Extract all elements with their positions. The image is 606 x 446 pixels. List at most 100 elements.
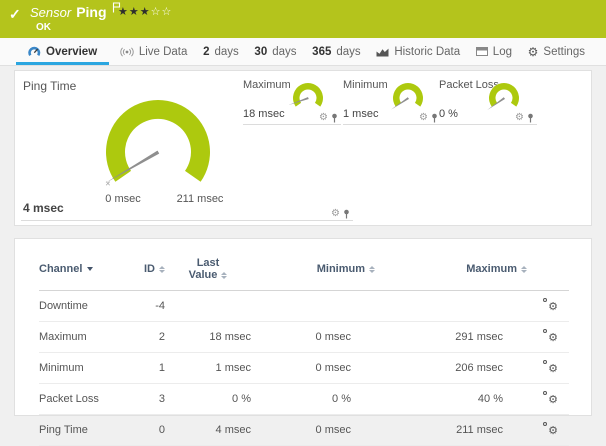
sort-icon <box>221 272 227 279</box>
table-row: Packet Loss 3 0 % 0 % 40 % ⚙ <box>39 384 569 415</box>
channels-panel: Channel ID LastValue Minimum Maximum Dow… <box>14 238 592 416</box>
pin-icon[interactable] <box>431 113 438 123</box>
sort-icon <box>159 266 165 273</box>
channel-name: Minimum <box>39 353 129 384</box>
gear-icon[interactable]: ⚙ <box>331 209 340 219</box>
stars-filled: ★★★ <box>118 6 151 18</box>
column-header-id[interactable]: ID <box>129 249 165 291</box>
column-header-last-value[interactable]: LastValue <box>165 249 251 291</box>
gauge-icon <box>28 46 41 57</box>
gauge-current-value: 18 msec <box>243 108 285 120</box>
gauge-scale-max: 211 msec <box>169 193 231 205</box>
channel-settings-icon[interactable]: ⚙ <box>543 360 558 373</box>
channel-name: Maximum <box>39 322 129 353</box>
gauge-dial <box>485 81 523 109</box>
column-header-channel[interactable]: Channel <box>39 249 129 291</box>
gear-icon[interactable]: ⚙ <box>319 113 328 123</box>
channel-id: 1 <box>129 353 165 384</box>
tab-label: Log <box>493 46 512 58</box>
stars-empty: ☆☆ <box>151 6 173 18</box>
packet-loss-gauge-widget: Packet Loss 0 % ⚙ <box>439 77 537 125</box>
tab-label: Overview <box>46 46 97 58</box>
channel-id: 3 <box>129 384 165 415</box>
channel-id: 2 <box>129 322 165 353</box>
tab-label: days <box>272 46 296 58</box>
gauge-current-value: 1 msec <box>343 108 378 120</box>
channel-maximum: 211 msec <box>381 415 533 446</box>
gauge-scale-min: 0 msec <box>97 193 149 205</box>
area-chart-icon <box>376 47 389 57</box>
channel-last-value <box>165 291 251 322</box>
channel-minimum: 0 msec <box>251 353 381 384</box>
gauge-current-value: 0 % <box>439 108 458 120</box>
gear-icon[interactable]: ⚙ <box>515 113 524 123</box>
channel-minimum: 0 % <box>251 384 381 415</box>
tab-label: days <box>336 46 360 58</box>
broadcast-icon <box>120 47 134 57</box>
gauge-dial <box>389 81 427 109</box>
table-row: Minimum 1 1 msec 0 msec 206 msec ⚙ <box>39 353 569 384</box>
tab-2-days[interactable]: 2 days <box>198 38 244 65</box>
channel-name: Packet Loss <box>39 384 129 415</box>
channel-name: Ping Time <box>39 415 129 446</box>
tab-number: 2 <box>203 46 209 58</box>
column-header-minimum[interactable]: Minimum <box>251 249 381 291</box>
maximum-gauge-widget: Maximum 18 msec ⚙ <box>243 77 341 125</box>
sort-icon <box>369 266 375 273</box>
tab-label: Live Data <box>139 46 188 58</box>
log-icon <box>476 47 488 56</box>
table-row: Maximum 2 18 msec 0 msec 291 msec ⚙ <box>39 322 569 353</box>
sensor-name: Ping <box>76 4 106 20</box>
channel-settings-icon[interactable]: ⚙ <box>543 329 558 342</box>
tab-number: 365 <box>312 46 331 58</box>
sort-desc-icon <box>87 267 93 271</box>
needle-marker-icon: ✕ <box>105 180 111 188</box>
status-check-icon: ✓ <box>9 6 21 23</box>
channel-maximum: 206 msec <box>381 353 533 384</box>
gauge-dial: ✕ <box>93 94 223 186</box>
gear-icon[interactable]: ⚙ <box>419 113 428 123</box>
priority-stars[interactable]: ★★★☆☆ <box>118 5 172 18</box>
channel-settings-icon[interactable]: ⚙ <box>543 422 558 435</box>
table-row: Downtime -4 ⚙ <box>39 291 569 322</box>
tab-label: Settings <box>543 46 585 58</box>
sort-icon <box>521 266 527 273</box>
tab-bar: Overview Live Data 2 days 30 days 365 da… <box>0 38 606 66</box>
tab-label: Historic Data <box>394 46 460 58</box>
channel-minimum <box>251 291 381 322</box>
channel-maximum: 291 msec <box>381 322 533 353</box>
channel-maximum: 40 % <box>381 384 533 415</box>
tab-settings[interactable]: ⚙ Settings <box>523 38 590 65</box>
tab-live-data[interactable]: Live Data <box>115 38 193 65</box>
tab-number: 30 <box>254 46 267 58</box>
channel-last-value: 18 msec <box>165 322 251 353</box>
tab-30-days[interactable]: 30 days <box>249 38 301 65</box>
channel-settings-icon[interactable]: ⚙ <box>543 298 558 311</box>
channel-minimum: 0 msec <box>251 322 381 353</box>
sensor-type-label: Sensor <box>30 5 71 20</box>
minimum-gauge-widget: Minimum 1 msec ⚙ <box>343 77 441 125</box>
channel-last-value: 1 msec <box>165 353 251 384</box>
tab-historic-data[interactable]: Historic Data <box>371 38 465 65</box>
tab-overview[interactable]: Overview <box>16 38 109 65</box>
channel-last-value: 4 msec <box>165 415 251 446</box>
gauge-dial <box>289 81 327 109</box>
channel-minimum: 0 msec <box>251 415 381 446</box>
channel-id: 0 <box>129 415 165 446</box>
gauge-current-value: 4 msec <box>23 201 64 215</box>
channel-last-value: 0 % <box>165 384 251 415</box>
gear-icon: ⚙ <box>528 47 539 57</box>
tab-365-days[interactable]: 365 days <box>307 38 365 65</box>
column-header-actions <box>533 249 569 291</box>
channel-maximum <box>381 291 533 322</box>
pin-icon[interactable] <box>527 113 534 123</box>
column-header-maximum[interactable]: Maximum <box>381 249 533 291</box>
tab-label: days <box>214 46 238 58</box>
table-row: Ping Time 0 4 msec 0 msec 211 msec ⚙ <box>39 415 569 446</box>
pin-icon[interactable] <box>343 209 350 219</box>
tab-log[interactable]: Log <box>471 38 517 65</box>
channel-settings-icon[interactable]: ⚙ <box>543 391 558 404</box>
channel-id: -4 <box>129 291 165 322</box>
pin-icon[interactable] <box>331 113 338 123</box>
channels-table: Channel ID LastValue Minimum Maximum Dow… <box>39 249 569 446</box>
